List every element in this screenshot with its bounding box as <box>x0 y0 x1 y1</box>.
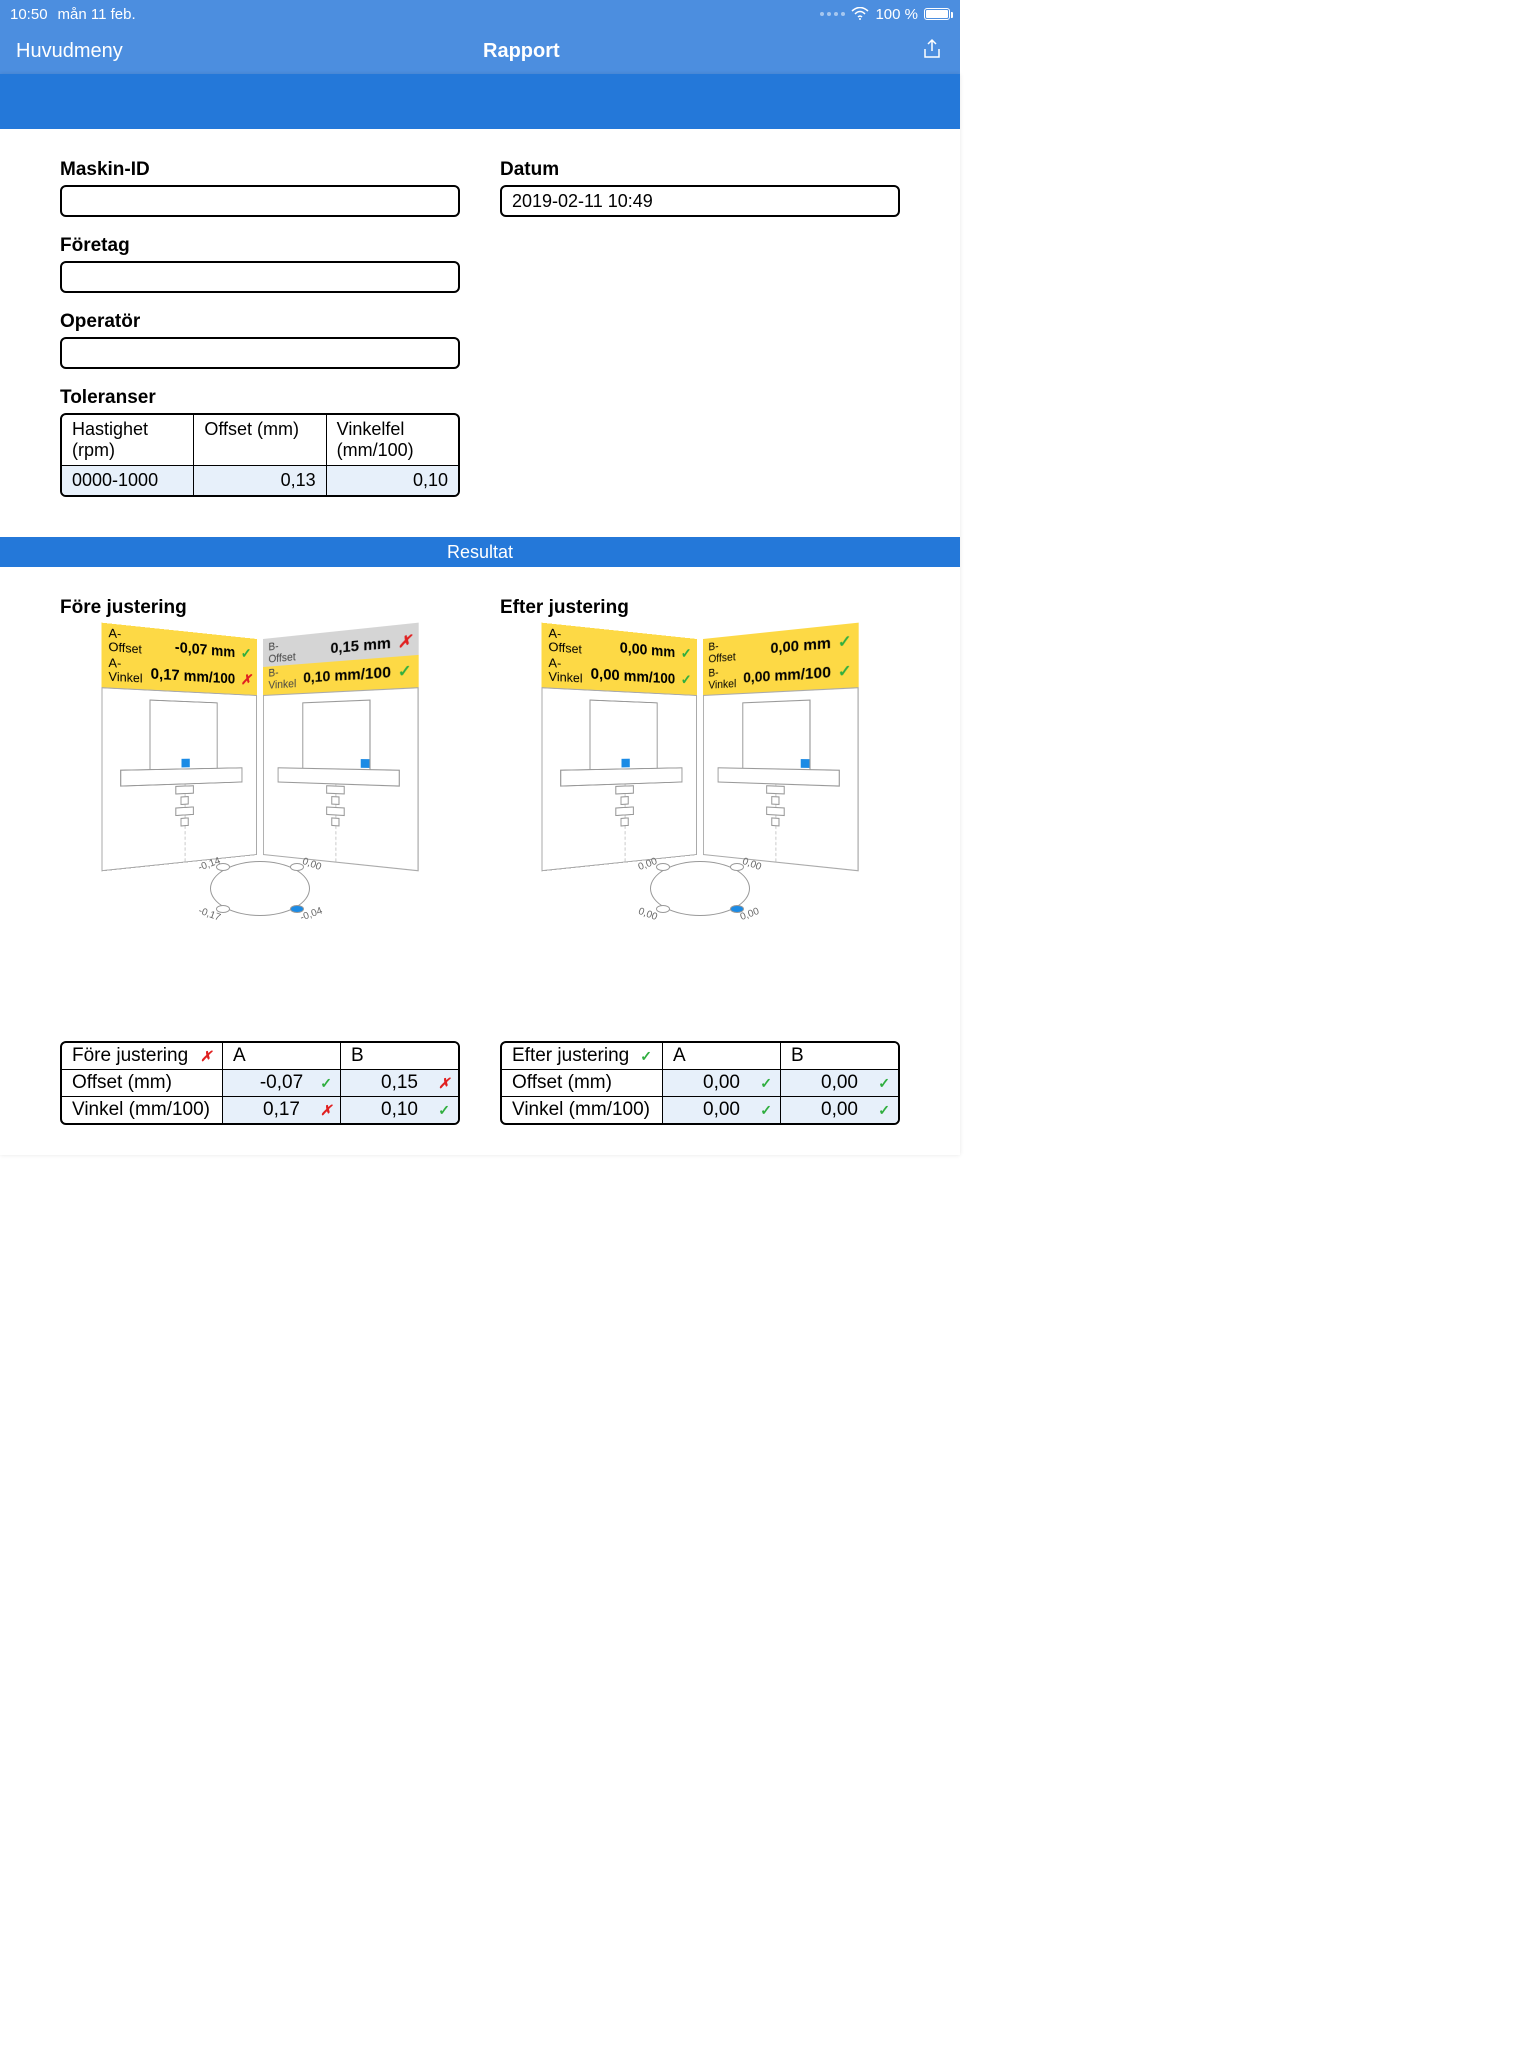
tol-speed: 0000-1000 <box>62 466 193 495</box>
status-date: mån 11 feb. <box>58 6 136 23</box>
before-result-table: Före justering✗ A B Offset (mm) -0,07✓ 0… <box>60 1041 460 1125</box>
share-icon <box>920 37 944 61</box>
tol-head-offset: Offset (mm) <box>193 415 325 465</box>
foretag-label: Företag <box>60 235 460 257</box>
before-title: Före justering <box>60 597 460 619</box>
operator-label: Operatör <box>60 311 460 333</box>
after-feet: 0,00 0,00 0,00 0,00 <box>610 861 790 921</box>
result-bar: Resultat <box>0 537 960 567</box>
after-title: Efter justering <box>500 597 900 619</box>
after-result-table: Efter justering✓ A B Offset (mm) 0,00✓ 0… <box>500 1041 900 1125</box>
brand-strip <box>0 74 960 129</box>
nav-bar: Huvudmeny Rapport <box>0 28 960 74</box>
tol-offset: 0,13 <box>193 466 325 495</box>
tol-head-angle: Vinkelfel (mm/100) <box>326 415 458 465</box>
status-time: 10:50 <box>10 6 48 23</box>
wifi-icon <box>851 7 869 21</box>
cell-signal-icon <box>820 12 845 16</box>
datum-field[interactable]: 2019-02-11 10:49 <box>500 185 900 217</box>
tolerances-title: Toleranser <box>60 387 460 409</box>
maskin-id-label: Maskin-ID <box>60 159 460 181</box>
datum-label: Datum <box>500 159 900 181</box>
back-button[interactable]: Huvudmeny <box>16 40 123 63</box>
foretag-field[interactable] <box>60 261 460 293</box>
page-title: Rapport <box>123 40 920 63</box>
before-feet: -0,14 0,00 -0,17 -0,04 <box>170 861 350 921</box>
maskin-id-field[interactable] <box>60 185 460 217</box>
status-bar: 10:50 mån 11 feb. 100 % <box>0 0 960 28</box>
tol-head-speed: Hastighet (rpm) <box>62 415 193 465</box>
operator-field[interactable] <box>60 337 460 369</box>
battery-percent: 100 % <box>875 6 918 23</box>
share-button[interactable] <box>920 37 944 66</box>
after-diagram: A-Offset 0,00 mm ✓ A-Vinkel 0,00 mm/100 … <box>500 639 900 855</box>
tolerances-table: Hastighet (rpm) Offset (mm) Vinkelfel (m… <box>60 413 460 497</box>
before-diagram: A-Offset -0,07 mm ✓ A-Vinkel 0,17 mm/100… <box>60 639 460 855</box>
battery-icon <box>924 8 950 20</box>
tol-angle: 0,10 <box>326 466 458 495</box>
